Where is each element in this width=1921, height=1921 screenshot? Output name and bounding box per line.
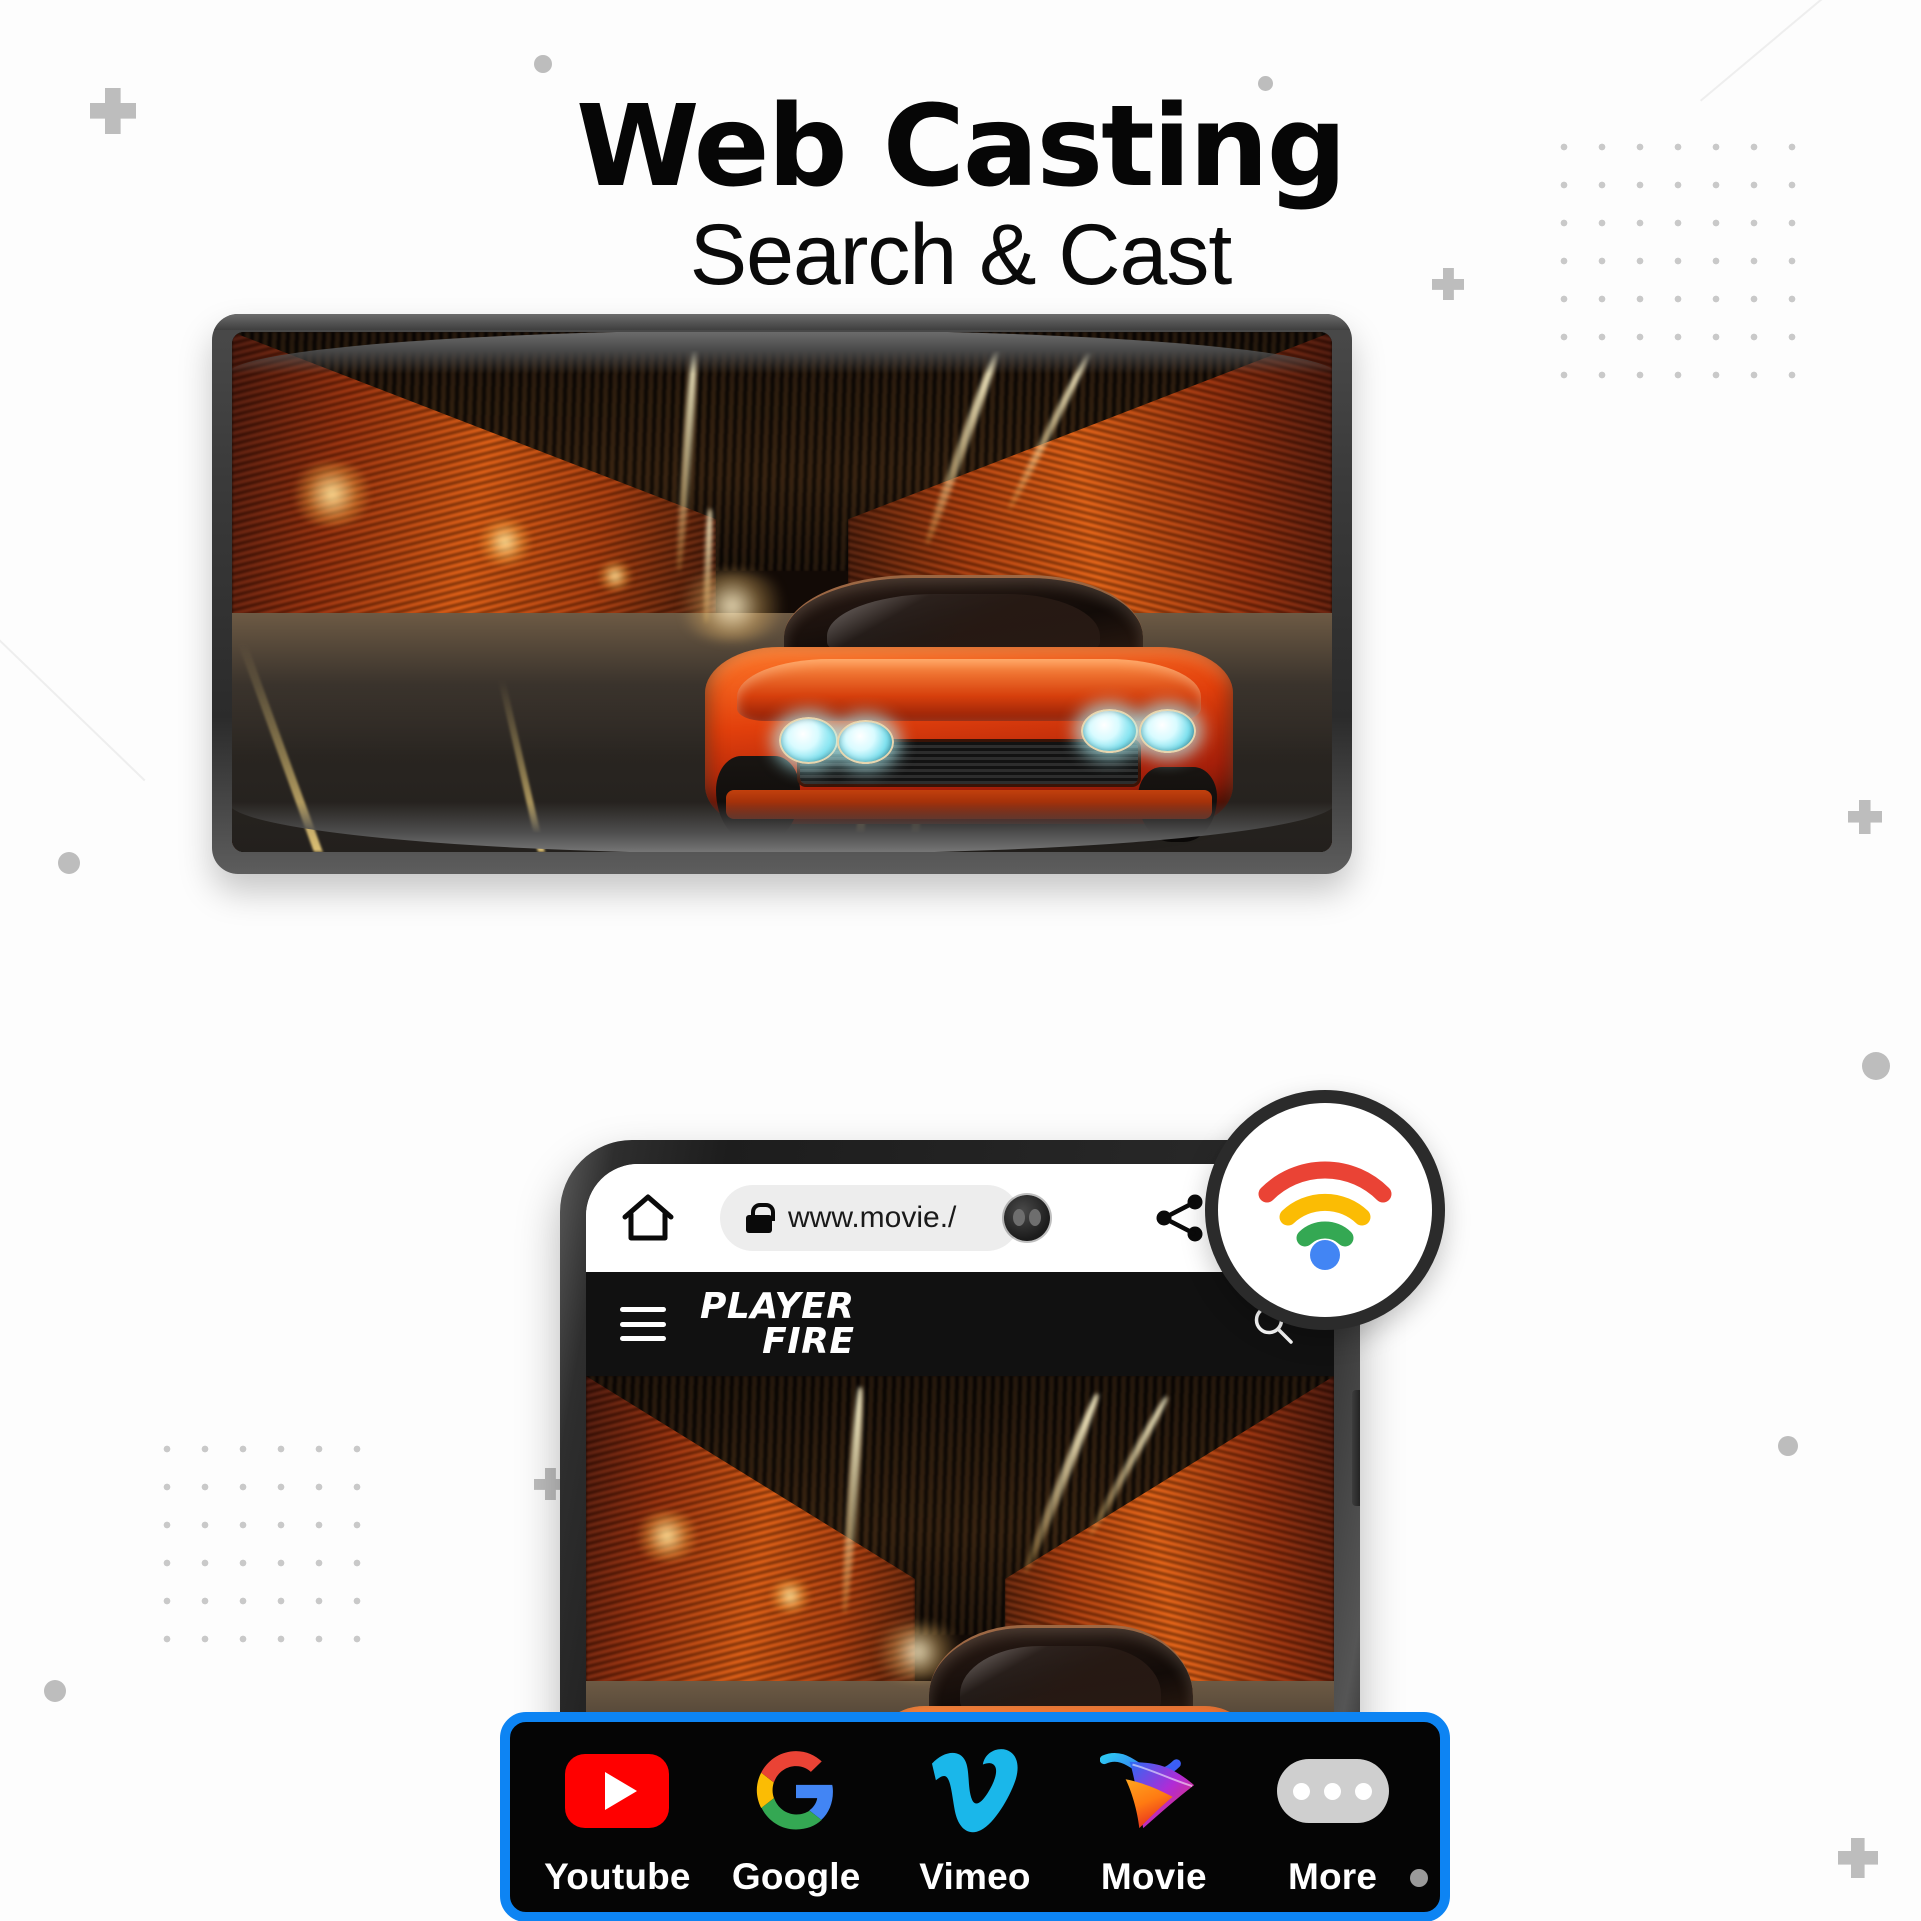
home-icon[interactable] — [620, 1190, 676, 1246]
phone-car-windshield — [960, 1645, 1162, 1715]
car-headlight-4 — [1139, 708, 1197, 753]
poster-header: Web Casting Search & Cast — [0, 90, 1921, 301]
appbar-label-youtube: Youtube — [544, 1856, 691, 1897]
page-subtitle: Search & Cast — [689, 207, 1232, 304]
wall-lamp-2 — [474, 519, 536, 566]
youtube-icon — [565, 1748, 670, 1834]
phone-wall-lamp-1 — [630, 1511, 703, 1562]
google-g-icon — [754, 1748, 838, 1834]
wifi-cast-icon — [1255, 1150, 1395, 1270]
cast-source-appbar: Youtube Google Vimeo Movie More — [500, 1712, 1450, 1921]
decor-hairline-2 — [1700, 0, 1855, 102]
curved-tv — [212, 314, 1352, 874]
car-windshield — [827, 594, 1101, 655]
page-title: Web Casting — [576, 82, 1347, 212]
tv-car — [705, 556, 1233, 851]
plus-mark-bottom-right — [1838, 1838, 1878, 1878]
car-hood — [736, 658, 1202, 722]
hamburger-menu-icon[interactable] — [620, 1307, 666, 1341]
appbar-label-vimeo: Vimeo — [919, 1856, 1031, 1897]
appbar-item-more[interactable]: More — [1243, 1748, 1428, 1898]
share-icon[interactable] — [1152, 1191, 1206, 1245]
decor-dot-1 — [534, 55, 552, 73]
decor-dot-4 — [1862, 1052, 1890, 1080]
brand-line-1: PLAYER — [700, 1285, 855, 1327]
site-brand: PLAYER FIRE — [700, 1285, 855, 1362]
movie-play-icon — [1099, 1748, 1208, 1834]
appbar-item-google[interactable]: Google — [707, 1748, 886, 1898]
decor-dot-6 — [44, 1680, 66, 1702]
car-headlight-2 — [837, 720, 894, 765]
appbar-item-youtube[interactable]: Youtube — [528, 1748, 707, 1898]
lock-icon — [746, 1203, 775, 1233]
phone-power-button[interactable] — [1352, 1390, 1360, 1506]
appbar-item-movie[interactable]: Movie — [1064, 1748, 1243, 1898]
decor-hairline-1 — [0, 620, 146, 782]
appbar-label-movie: Movie — [1100, 1856, 1207, 1897]
brand-line-2: FIRE — [762, 1321, 855, 1362]
wall-lamp-1 — [287, 462, 377, 526]
vimeo-icon — [926, 1748, 1024, 1834]
cast-badge[interactable] — [1205, 1090, 1445, 1330]
appbar-item-vimeo[interactable]: Vimeo — [886, 1748, 1065, 1898]
tv-screen — [232, 332, 1332, 852]
dot-grid-bottom-left — [148, 1430, 380, 1662]
more-dots-icon — [1276, 1748, 1389, 1834]
address-bar[interactable]: www.movie./ — [720, 1185, 1020, 1251]
front-camera-dot — [1004, 1195, 1050, 1241]
car-bumper — [726, 790, 1212, 819]
appbar-overflow-dot — [1409, 1869, 1428, 1887]
tv-scene-tunnel-car — [232, 332, 1332, 852]
site-header: PLAYER FIRE — [586, 1272, 1334, 1376]
tv-bezel — [212, 314, 1352, 874]
phone-wall-lamp-2 — [765, 1579, 814, 1614]
appbar-label-more: More — [1287, 1856, 1378, 1897]
wall-lamp-3 — [595, 560, 635, 591]
car-headlight-3 — [1081, 708, 1138, 753]
decor-dot-5 — [1778, 1436, 1798, 1456]
decor-dot-3 — [58, 852, 80, 874]
url-text: www.movie./ — [788, 1201, 957, 1234]
plus-mark-right-mid — [1848, 800, 1882, 834]
appbar-label-google: Google — [731, 1856, 861, 1897]
poster-canvas: Web Casting Search & Cast www.movie./ PL… — [0, 0, 1921, 1921]
